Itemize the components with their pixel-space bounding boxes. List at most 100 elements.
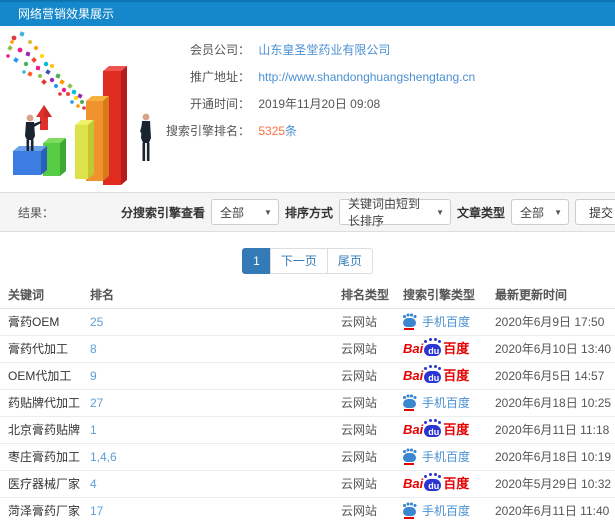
keyword-cell: 北京膏药贴牌 bbox=[0, 416, 90, 444]
baidu-logo: Bai du 百度 bbox=[403, 366, 470, 383]
updated-cell: 2020年6月9日 17:50 bbox=[495, 308, 615, 336]
bar-blue bbox=[13, 146, 47, 175]
mobile-baidu-label: 手机百度 bbox=[403, 394, 470, 411]
table-row: 菏泽膏药厂家 17 云网站 手机百度 2020年6月11日 11:40 bbox=[0, 497, 615, 520]
rank-cell: 9 bbox=[90, 362, 341, 390]
engine-cell: 手机百度 bbox=[403, 389, 495, 417]
baidu-logo: Bai du 百度 bbox=[403, 474, 470, 491]
rank-type-cell: 云网站 bbox=[341, 497, 403, 520]
result-label: 结果： bbox=[18, 205, 55, 220]
company-link[interactable]: 山东皇圣堂药业有限公司 bbox=[258, 43, 390, 57]
filter-group: 分搜索引擎查看 全部 ▼ 排序方式 关键词由短到长排序 ▼ 文章类型 全部 ▼ … bbox=[120, 197, 615, 228]
sort-select[interactable]: 关键词由短到长排序 ▼ bbox=[338, 197, 451, 228]
table-row: 膏药代加工 8 云网站 Bai du 百度 2020年6月10日 13:40 bbox=[0, 335, 615, 363]
engine-cell: Bai du 百度 bbox=[403, 470, 495, 498]
rank-link[interactable]: 25 bbox=[90, 315, 103, 329]
engine-cell: Bai du 百度 bbox=[403, 335, 495, 363]
rank-type-cell: 云网站 bbox=[341, 443, 403, 471]
rank-link[interactable]: 9 bbox=[90, 369, 97, 383]
rank-cell: 25 bbox=[90, 308, 341, 336]
page-button-current[interactable]: 1 bbox=[242, 248, 271, 274]
table-row: 医疗器械厂家 4 云网站 Bai du 百度 2020年5月29日 10:32 bbox=[0, 470, 615, 498]
header-updated: 最新更新时间 bbox=[495, 282, 615, 309]
submit-button[interactable]: 提交 bbox=[575, 199, 615, 225]
engine-cell: Bai du 百度 bbox=[403, 416, 495, 444]
promo-url-link[interactable]: http://www.shandonghuangshengtang.cn bbox=[258, 70, 475, 84]
pagination: 1 下一页 尾页 bbox=[242, 248, 373, 274]
businessman-left bbox=[25, 114, 41, 151]
engine-view-label: 分搜索引擎查看 bbox=[120, 205, 205, 220]
table-row: OEM代加工 9 云网站 Bai du 百度 2020年6月5日 14:57 bbox=[0, 362, 615, 390]
chevron-down-icon: ▼ bbox=[264, 207, 272, 217]
results-table: 关键词 排名 排名类型 搜索引擎类型 最新更新时间 膏药OEM 25 云网站 手… bbox=[0, 282, 615, 520]
filter-bar: 结果： 分搜索引擎查看 全部 ▼ 排序方式 关键词由短到长排序 ▼ 文章类型 全… bbox=[0, 192, 615, 232]
header-keyword: 关键词 bbox=[0, 282, 90, 309]
rank-cell: 17 bbox=[90, 497, 341, 520]
updated-cell: 2020年6月11日 11:40 bbox=[495, 497, 615, 520]
rank-cell: 1 bbox=[90, 416, 341, 444]
page-title: 网络营销效果展示 bbox=[18, 7, 115, 21]
keyword-cell: OEM代加工 bbox=[0, 362, 90, 390]
header-rank-type: 排名类型 bbox=[341, 282, 403, 309]
baidu-paw-icon: du bbox=[424, 366, 442, 383]
engine-cell: Bai du 百度 bbox=[403, 362, 495, 390]
page-button-last[interactable]: 尾页 bbox=[326, 248, 373, 274]
rank-link[interactable]: 27 bbox=[90, 396, 103, 410]
updated-cell: 2020年6月10日 13:40 bbox=[495, 335, 615, 363]
rank-link[interactable]: 8 bbox=[90, 342, 97, 356]
mobile-baidu-label: 手机百度 bbox=[403, 313, 470, 330]
rank-cell: 1,4,6 bbox=[90, 443, 341, 471]
baidu-paw-icon: du bbox=[424, 474, 442, 491]
rank-count-unit: 条 bbox=[285, 124, 298, 138]
engine-cell: 手机百度 bbox=[403, 497, 495, 520]
updated-cell: 2020年6月11日 11:18 bbox=[495, 416, 615, 444]
header-bar: 网络营销效果展示 bbox=[0, 0, 615, 26]
baidu-paw-icon: du bbox=[424, 339, 442, 356]
article-type-select[interactable]: 全部 ▼ bbox=[511, 199, 569, 225]
rank-cell: 27 bbox=[90, 389, 341, 417]
rank-type-cell: 云网站 bbox=[341, 389, 403, 417]
sort-label: 排序方式 bbox=[284, 205, 333, 220]
rank-type-cell: 云网站 bbox=[341, 335, 403, 363]
rank-link[interactable]: 17 bbox=[90, 504, 103, 518]
mobile-baidu-label: 手机百度 bbox=[403, 448, 470, 465]
rank-link[interactable]: 4 bbox=[90, 477, 97, 491]
updated-cell: 2020年6月18日 10:25 bbox=[495, 389, 615, 417]
engine-cell: 手机百度 bbox=[403, 308, 495, 336]
baidu-paw-icon bbox=[403, 504, 416, 519]
businessman-right bbox=[140, 113, 151, 161]
bar-yellow bbox=[75, 120, 94, 179]
info-section: 会员公司： 山东皇圣堂药业有限公司 推广地址： http://www.shand… bbox=[0, 26, 615, 192]
mobile-baidu-label: 手机百度 bbox=[403, 502, 470, 519]
baidu-paw-icon bbox=[403, 315, 416, 330]
baidu-paw-icon: du bbox=[424, 420, 442, 437]
header-rank: 排名 bbox=[90, 282, 341, 309]
keyword-cell: 枣庄膏药加工 bbox=[0, 443, 90, 471]
rank-link[interactable]: 1,4,6 bbox=[90, 450, 117, 464]
bar-chart-illustration bbox=[6, 31, 151, 185]
rank-cell: 4 bbox=[90, 470, 341, 498]
keyword-cell: 菏泽膏药厂家 bbox=[0, 497, 90, 520]
keyword-cell: 膏药代加工 bbox=[0, 335, 90, 363]
engine-view-select[interactable]: 全部 ▼ bbox=[210, 199, 279, 225]
rank-type-cell: 云网站 bbox=[341, 416, 403, 444]
table-header-row: 关键词 排名 排名类型 搜索引擎类型 最新更新时间 bbox=[0, 282, 615, 309]
header-engine-type: 搜索引擎类型 bbox=[403, 282, 495, 309]
table-row: 膏药OEM 25 云网站 手机百度 2020年6月9日 17:50 bbox=[0, 308, 615, 336]
rank-link[interactable]: 1 bbox=[90, 423, 97, 437]
updated-cell: 2020年6月5日 14:57 bbox=[495, 362, 615, 390]
keyword-cell: 医疗器械厂家 bbox=[0, 470, 90, 498]
baidu-paw-icon bbox=[403, 396, 416, 411]
pagination-wrap: 1 下一页 尾页 bbox=[0, 232, 615, 274]
rank-type-cell: 云网站 bbox=[341, 362, 403, 390]
updated-cell: 2020年5月29日 10:32 bbox=[495, 470, 615, 498]
baidu-paw-icon bbox=[403, 450, 416, 465]
page-button-next[interactable]: 下一页 bbox=[269, 248, 328, 274]
rank-type-cell: 云网站 bbox=[341, 470, 403, 498]
table-row: 枣庄膏药加工 1,4,6 云网站 手机百度 2020年6月18日 10:19 bbox=[0, 443, 615, 471]
baidu-logo: Bai du 百度 bbox=[403, 420, 470, 437]
article-type-label: 文章类型 bbox=[456, 205, 505, 220]
updated-cell: 2020年6月18日 10:19 bbox=[495, 443, 615, 471]
open-time-value: 2019年11月20日 09:08 bbox=[258, 97, 381, 111]
confetti-decoration bbox=[6, 31, 86, 110]
